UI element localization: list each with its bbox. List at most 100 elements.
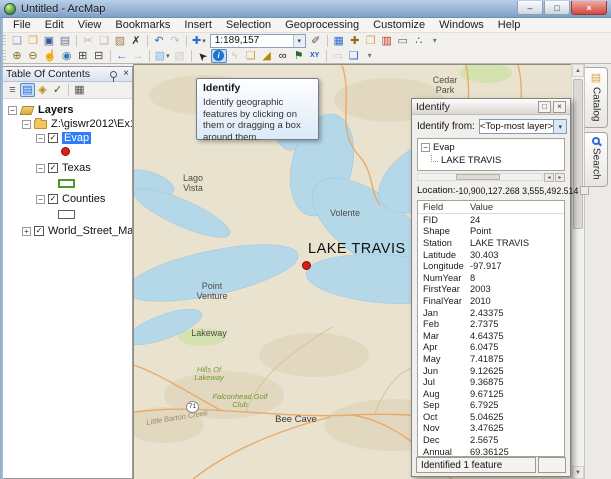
cut-button[interactable]: ✂ <box>80 34 96 48</box>
pan-button[interactable]: ☝ <box>41 49 59 63</box>
menu-item[interactable]: Geoprocessing <box>278 18 366 33</box>
identify-titlebar[interactable]: Identify □ × <box>412 99 570 115</box>
undo-button[interactable]: ↶ <box>151 34 167 48</box>
attribute-row[interactable]: Jun 9.12625 <box>418 365 564 377</box>
layer-checkbox[interactable]: ✓ <box>48 163 58 173</box>
close-icon[interactable]: × <box>123 69 129 79</box>
tree-item-counties[interactable]: − ✓ Counties <box>3 192 132 206</box>
attribute-row[interactable]: Jan 2.43375 <box>418 307 564 319</box>
fixed-zoom-out-button[interactable]: ⊟ <box>91 49 107 63</box>
tree-item-layers[interactable]: − Layers <box>3 103 132 117</box>
attribute-row[interactable]: Feb 2.7375 <box>418 318 564 330</box>
select-elements-button[interactable]: ➤ <box>195 49 211 63</box>
tree-item-group[interactable]: − Z:\giswr2012\Ex1\Ex1Data <box>3 117 132 131</box>
layer-checkbox[interactable]: ✓ <box>48 133 58 143</box>
toc-options-button[interactable]: ▦ <box>72 83 87 97</box>
find-route-button[interactable]: ⚑ <box>291 49 307 63</box>
tab-search[interactable]: Search <box>585 132 608 187</box>
open-folder-button[interactable]: ❒ <box>25 34 41 48</box>
arctoolbox-button[interactable]: ▥ <box>379 34 395 48</box>
tree-item-evap[interactable]: − ✓ Evap <box>3 131 132 145</box>
attribute-row[interactable]: Oct 5.04625 <box>418 411 564 423</box>
hscroll-thumb[interactable] <box>456 174 500 180</box>
chevron-down-icon[interactable]: ▾ <box>293 35 305 47</box>
clear-selection-button[interactable]: ▧ <box>172 49 188 63</box>
collapse-icon[interactable]: − <box>22 120 31 129</box>
collapse-icon[interactable]: − <box>36 134 45 143</box>
layer-checkbox[interactable]: ✓ <box>48 194 58 204</box>
delete-button[interactable]: ✗ <box>128 34 144 48</box>
counties-symbol-row[interactable] <box>3 208 132 221</box>
hscroll-track[interactable] <box>417 173 543 181</box>
menu-item[interactable]: Customize <box>366 18 432 33</box>
save-button[interactable]: ▣ <box>41 34 57 48</box>
attribute-row[interactable]: FinalYear 2010 <box>418 295 564 307</box>
evap-symbol-row[interactable] <box>3 145 132 158</box>
attribute-row[interactable]: Latitude 30.403 <box>418 249 564 261</box>
list-by-drawing-order-button[interactable]: ≡ <box>5 83 20 97</box>
menu-item[interactable]: Bookmarks <box>108 18 177 33</box>
menu-item[interactable]: Help <box>491 18 528 33</box>
attribute-row[interactable]: Aug 9.67125 <box>418 388 564 400</box>
menu-item[interactable]: File <box>6 18 38 33</box>
redo-button[interactable]: ↷ <box>167 34 183 48</box>
identify-from-combobox[interactable]: <Top-most layer> ▾ <box>479 119 567 134</box>
attribute-row[interactable]: Mar 4.64375 <box>418 330 564 342</box>
menu-item[interactable]: View <box>71 18 109 33</box>
scroll-down-icon[interactable]: ▼ <box>572 466 584 479</box>
close-icon[interactable]: × <box>553 101 566 113</box>
result-tree-child[interactable]: LAKE TRAVIS <box>421 154 561 167</box>
attribute-row[interactable]: Sep 6.7925 <box>418 400 564 412</box>
pin-icon[interactable] <box>110 71 117 78</box>
menu-item[interactable]: Edit <box>38 18 71 33</box>
zoom-out-button[interactable]: ⊖ <box>25 49 41 63</box>
copy-button[interactable]: ❏ <box>96 34 112 48</box>
tree-item-basemap[interactable]: + ✓ World_Street_Map <box>3 224 132 238</box>
expand-icon[interactable]: + <box>22 227 31 236</box>
attribute-row[interactable]: FID 24 <box>418 214 564 226</box>
new-document-button[interactable]: ❑ <box>9 34 25 48</box>
attribute-row[interactable]: Nov 3.47625 <box>418 423 564 435</box>
attribute-row[interactable]: Shape Point <box>418 226 564 238</box>
layer-checkbox[interactable]: ✓ <box>34 226 44 236</box>
list-by-source-button[interactable]: ▤ <box>20 83 35 97</box>
tab-catalog[interactable]: ▤ Catalog <box>585 67 608 128</box>
result-tree-parent[interactable]: − Evap <box>421 141 561 154</box>
list-by-visibility-button[interactable]: ◈ <box>35 83 50 97</box>
toolbar-overflow[interactable]: ▾ <box>362 49 378 63</box>
scale-combobox[interactable]: 1:189,157 ▾ <box>210 34 306 48</box>
navigate-button[interactable]: ✚ <box>190 34 208 48</box>
attribute-row[interactable]: Annual 69.36125 <box>418 446 564 457</box>
map-vertical-scrollbar[interactable]: ▲ ▼ <box>571 64 584 479</box>
maximize-button[interactable]: □ <box>544 1 570 15</box>
attribute-row[interactable]: Longitude -97.917 <box>418 260 564 272</box>
location-units-button[interactable] <box>580 186 589 195</box>
add-data-button[interactable]: ✚ <box>347 34 363 48</box>
attribute-row[interactable]: NumYear 8 <box>418 272 564 284</box>
texas-symbol-row[interactable] <box>3 177 132 190</box>
select-features-button[interactable]: ▧ <box>153 49 172 63</box>
identified-point-marker[interactable] <box>302 261 311 270</box>
back-extent-button[interactable]: ← <box>114 49 130 63</box>
scroll-up-icon[interactable]: ▲ <box>572 64 584 77</box>
attribute-row[interactable]: Dec 2.5675 <box>418 434 564 446</box>
zoom-in-button[interactable]: ⊕ <box>9 49 25 63</box>
full-extent-button[interactable]: ◉ <box>59 49 75 63</box>
list-by-selection-button[interactable]: ✓ <box>50 83 65 97</box>
attribute-row[interactable]: May 7.41875 <box>418 353 564 365</box>
go-to-xy-button[interactable]: XY <box>307 49 323 63</box>
collapse-icon[interactable]: − <box>8 106 17 115</box>
maximize-icon[interactable]: □ <box>538 101 551 113</box>
fixed-zoom-in-button[interactable]: ⊞ <box>75 49 91 63</box>
print-button[interactable]: ▤ <box>57 34 73 48</box>
minimize-button[interactable]: – <box>517 1 543 15</box>
tree-item-texas[interactable]: − ✓ Texas <box>3 161 132 175</box>
attribute-row[interactable]: Apr 6.0475 <box>418 342 564 354</box>
collapse-icon[interactable]: − <box>36 195 45 204</box>
close-button[interactable]: × <box>571 1 607 15</box>
identify-button[interactable]: i <box>211 49 227 63</box>
attribute-row[interactable]: Jul 9.36875 <box>418 376 564 388</box>
scroll-left-icon[interactable]: ◂ <box>544 173 554 182</box>
modelbuilder-button[interactable]: ∴ <box>411 34 427 48</box>
toc-window-button[interactable]: ▦ <box>331 34 347 48</box>
